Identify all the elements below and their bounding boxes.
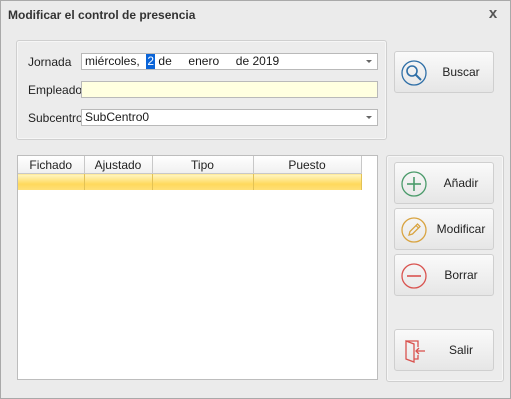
date-day[interactable]: 2 — [146, 54, 156, 69]
borrar-label: Borrar — [444, 268, 478, 282]
chevron-down-icon[interactable] — [366, 60, 372, 63]
table-cell[interactable] — [84, 173, 153, 190]
window-title: Modificar el control de presencia — [8, 8, 196, 22]
modificar-button[interactable]: Modificar — [394, 208, 494, 250]
date-weekday: miércoles, — [85, 54, 140, 68]
attendance-table: Fichado Ajustado Tipo Puesto — [18, 156, 362, 190]
table-cell[interactable] — [18, 173, 85, 190]
column-header-tipo[interactable]: Tipo — [152, 156, 254, 174]
subcentro-value: SubCentro0 — [85, 110, 150, 124]
buscar-label: Buscar — [442, 65, 480, 79]
anadir-button[interactable]: Añadir — [394, 162, 494, 204]
column-header-ajustado[interactable]: Ajustado — [84, 156, 153, 174]
subcentro-select[interactable]: SubCentro0 — [81, 109, 378, 126]
chevron-down-icon[interactable] — [366, 116, 372, 119]
date-de-1: de — [158, 54, 172, 68]
close-icon[interactable]: x — [485, 6, 501, 22]
buscar-button[interactable]: Buscar — [394, 51, 494, 93]
borrar-button[interactable]: Borrar — [394, 254, 494, 296]
salir-button[interactable]: Salir — [394, 329, 494, 371]
column-header-fichado[interactable]: Fichado — [18, 156, 85, 174]
jornada-date-picker[interactable]: miércoles, 2 de enero de 2019 — [81, 53, 378, 70]
empleado-label: Empleado — [28, 83, 83, 97]
column-header-puesto[interactable]: Puesto — [253, 156, 362, 174]
anadir-label: Añadir — [443, 176, 479, 190]
salir-label: Salir — [448, 343, 473, 357]
table-cell[interactable] — [152, 173, 254, 190]
title-bar: Modificar el control de presencia x — [1, 1, 510, 29]
exit-door-icon — [405, 340, 425, 363]
attendance-grid[interactable]: Fichado Ajustado Tipo Puesto — [17, 155, 378, 380]
dialog-window: Modificar el control de presencia x Jorn… — [0, 0, 511, 399]
jornada-label: Jornada — [28, 55, 72, 69]
minus-circle-icon — [401, 263, 427, 289]
date-de-2: de — [235, 54, 250, 68]
date-year[interactable]: 2019 — [253, 54, 280, 69]
table-cell[interactable] — [253, 173, 362, 190]
empleado-field[interactable] — [81, 81, 378, 98]
plus-circle-icon — [401, 171, 427, 197]
modificar-label: Modificar — [436, 222, 486, 236]
magnifier-icon — [401, 60, 427, 86]
date-month[interactable]: enero — [188, 54, 219, 69]
pencil-circle-icon — [401, 217, 427, 243]
table-row[interactable] — [18, 173, 362, 190]
grid-header-row: Fichado Ajustado Tipo Puesto — [18, 156, 362, 174]
subcentro-label: Subcentro — [28, 111, 83, 125]
